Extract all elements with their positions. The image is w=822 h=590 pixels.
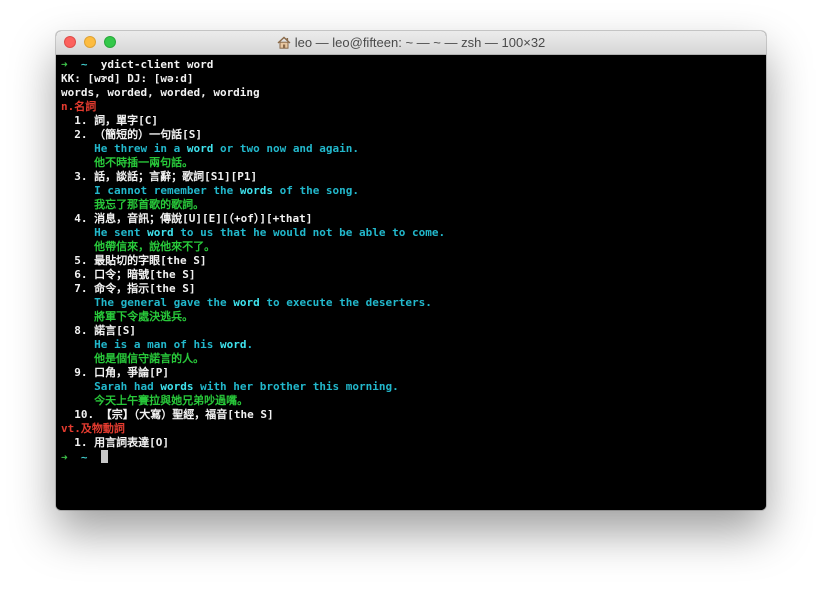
terminal-content[interactable]: ➜ ~ ydict-client word KK: [wɝd] DJ: [wə:… — [56, 55, 766, 510]
example-zh: 他帶信來，說他來不了。 — [61, 240, 766, 254]
text-cursor — [100, 450, 108, 463]
example-text: to execute the deserters. — [259, 296, 432, 309]
sense-number: 2. — [74, 128, 88, 141]
example-zh: 我忘了那首歌的歌詞。 — [61, 198, 766, 212]
sense-number: 4. — [74, 212, 88, 225]
sense-9: 9. 口角，爭論[P] — [61, 366, 766, 380]
sense-2: 2. （簡短的）一句話[S] — [61, 128, 766, 142]
example-text: . — [246, 338, 254, 351]
word-forms-line: words, worded, worded, wording — [61, 86, 260, 99]
example-en: He sent word to us that he would not be … — [61, 226, 766, 240]
example-en: The general gave the word to execute the… — [61, 296, 766, 310]
example-en: He is a man of his word. — [61, 338, 766, 352]
sense-definition: 消息，音訊；傳說[U][E][（+of）][+that] — [94, 212, 313, 225]
sense-definition: 詞，單字[C] — [94, 114, 158, 127]
verb-sense-1: 1. 用言詞表達[O] — [61, 436, 766, 450]
example-zh: 將軍下令處決逃兵。 — [61, 310, 766, 324]
sense-definition: 用言詞表達[O] — [94, 436, 169, 449]
sense-definition: 口令；暗號[the S] — [94, 268, 196, 281]
example-text: of the song. — [272, 184, 360, 197]
example-keyword: words — [239, 184, 273, 197]
example-translation: 我忘了那首歌的歌詞。 — [94, 198, 205, 211]
sense-5: 5. 最貼切的字眼[the S] — [61, 254, 766, 268]
sense-definition: 【宗】（大寫）聖經，福音[the S] — [100, 408, 274, 421]
example-keyword: word — [186, 142, 214, 155]
sense-number: 9. — [74, 366, 88, 379]
sense-number: 10. — [74, 408, 95, 421]
sense-number: 6. — [74, 268, 88, 281]
prompt-directory: ~ — [80, 451, 88, 464]
sense-3: 3. 話，談話；言辭；歌詞[S1][P1] — [61, 170, 766, 184]
pos-noun-heading: n.名詞 — [61, 100, 97, 113]
sense-number: 5. — [74, 254, 88, 267]
input-prompt-line[interactable]: ➜ ~ — [61, 450, 766, 464]
sense-8: 8. 諾言[S] — [61, 324, 766, 338]
example-zh: 今天上午賽拉與她兄弟吵過嘴。 — [61, 394, 766, 408]
example-translation: 他是個信守諾言的人。 — [94, 352, 205, 365]
sense-definition: 命令，指示[the S] — [94, 282, 196, 295]
example-text: with her brother this morning. — [193, 380, 399, 393]
phonetic-line: KK: [wɝd] DJ: [wə:d] — [61, 72, 194, 85]
example-zh: 他不時插一兩句話。 — [61, 156, 766, 170]
example-text: He threw in a — [94, 142, 187, 155]
example-text: He sent — [94, 226, 148, 239]
sense-1: 1. 詞，單字[C] — [61, 114, 766, 128]
window-title: leo — leo@fifteen: ~ — ~ — zsh — 100×32 — [294, 35, 546, 50]
example-text: or two now and again. — [213, 142, 360, 155]
sense-6: 6. 口令；暗號[the S] — [61, 268, 766, 282]
example-zh: 他是個信守諾言的人。 — [61, 352, 766, 366]
example-text: to us that he would not be able to come. — [173, 226, 446, 239]
example-text: I cannot remember the — [94, 184, 240, 197]
sense-10: 10. 【宗】（大寫）聖經，福音[the S] — [61, 408, 766, 422]
sense-number: 1. — [74, 114, 88, 127]
prompt-arrow-icon: ➜ — [61, 58, 68, 71]
example-translation: 他帶信來，說他來不了。 — [94, 240, 216, 253]
example-en: Sarah had words with her brother this mo… — [61, 380, 766, 394]
prompt-arrow-icon: ➜ — [61, 451, 68, 464]
sense-number: 3. — [74, 170, 88, 183]
sense-4: 4. 消息，音訊；傳說[U][E][（+of）][+that] — [61, 212, 766, 226]
sense-number: 1. — [74, 436, 88, 449]
sense-definition: 口角，爭論[P] — [94, 366, 169, 379]
example-translation: 將軍下令處決逃兵。 — [94, 310, 194, 323]
sense-definition: 最貼切的字眼[the S] — [94, 254, 207, 267]
example-text: The general gave the — [94, 296, 234, 309]
terminal-window: leo — leo@fifteen: ~ — ~ — zsh — 100×32 … — [56, 31, 766, 510]
example-keyword: word — [147, 226, 174, 239]
pos-verb-heading: vt.及物動詞 — [61, 422, 125, 435]
example-translation: 他不時插一兩句話。 — [94, 156, 194, 169]
example-en: I cannot remember the words of the song. — [61, 184, 766, 198]
sense-number: 7. — [74, 282, 88, 295]
sense-definition: 諾言[S] — [94, 324, 136, 337]
command-text: ydict-client word — [100, 58, 214, 71]
sense-definition: （簡短的）一句話[S] — [94, 128, 202, 141]
example-en: He threw in a word or two now and again. — [61, 142, 766, 156]
example-keyword: word — [219, 338, 247, 351]
example-text: He is a man of his — [94, 338, 220, 351]
prompt-directory: ~ — [80, 58, 88, 71]
house-icon — [277, 36, 291, 49]
sense-7: 7. 命令，指示[the S] — [61, 282, 766, 296]
sense-number: 8. — [74, 324, 88, 337]
example-keyword: word — [233, 296, 260, 309]
title-bar[interactable]: leo — leo@fifteen: ~ — ~ — zsh — 100×32 — [56, 31, 766, 55]
sense-definition: 話，談話；言辭；歌詞[S1][P1] — [94, 170, 258, 183]
example-keyword: words — [160, 380, 194, 393]
example-text: Sarah had — [94, 380, 161, 393]
example-translation: 今天上午賽拉與她兄弟吵過嘴。 — [94, 394, 249, 407]
window-title-container: leo — leo@fifteen: ~ — ~ — zsh — 100×32 — [56, 31, 766, 54]
command-line: ➜ ~ ydict-client word — [61, 58, 766, 72]
